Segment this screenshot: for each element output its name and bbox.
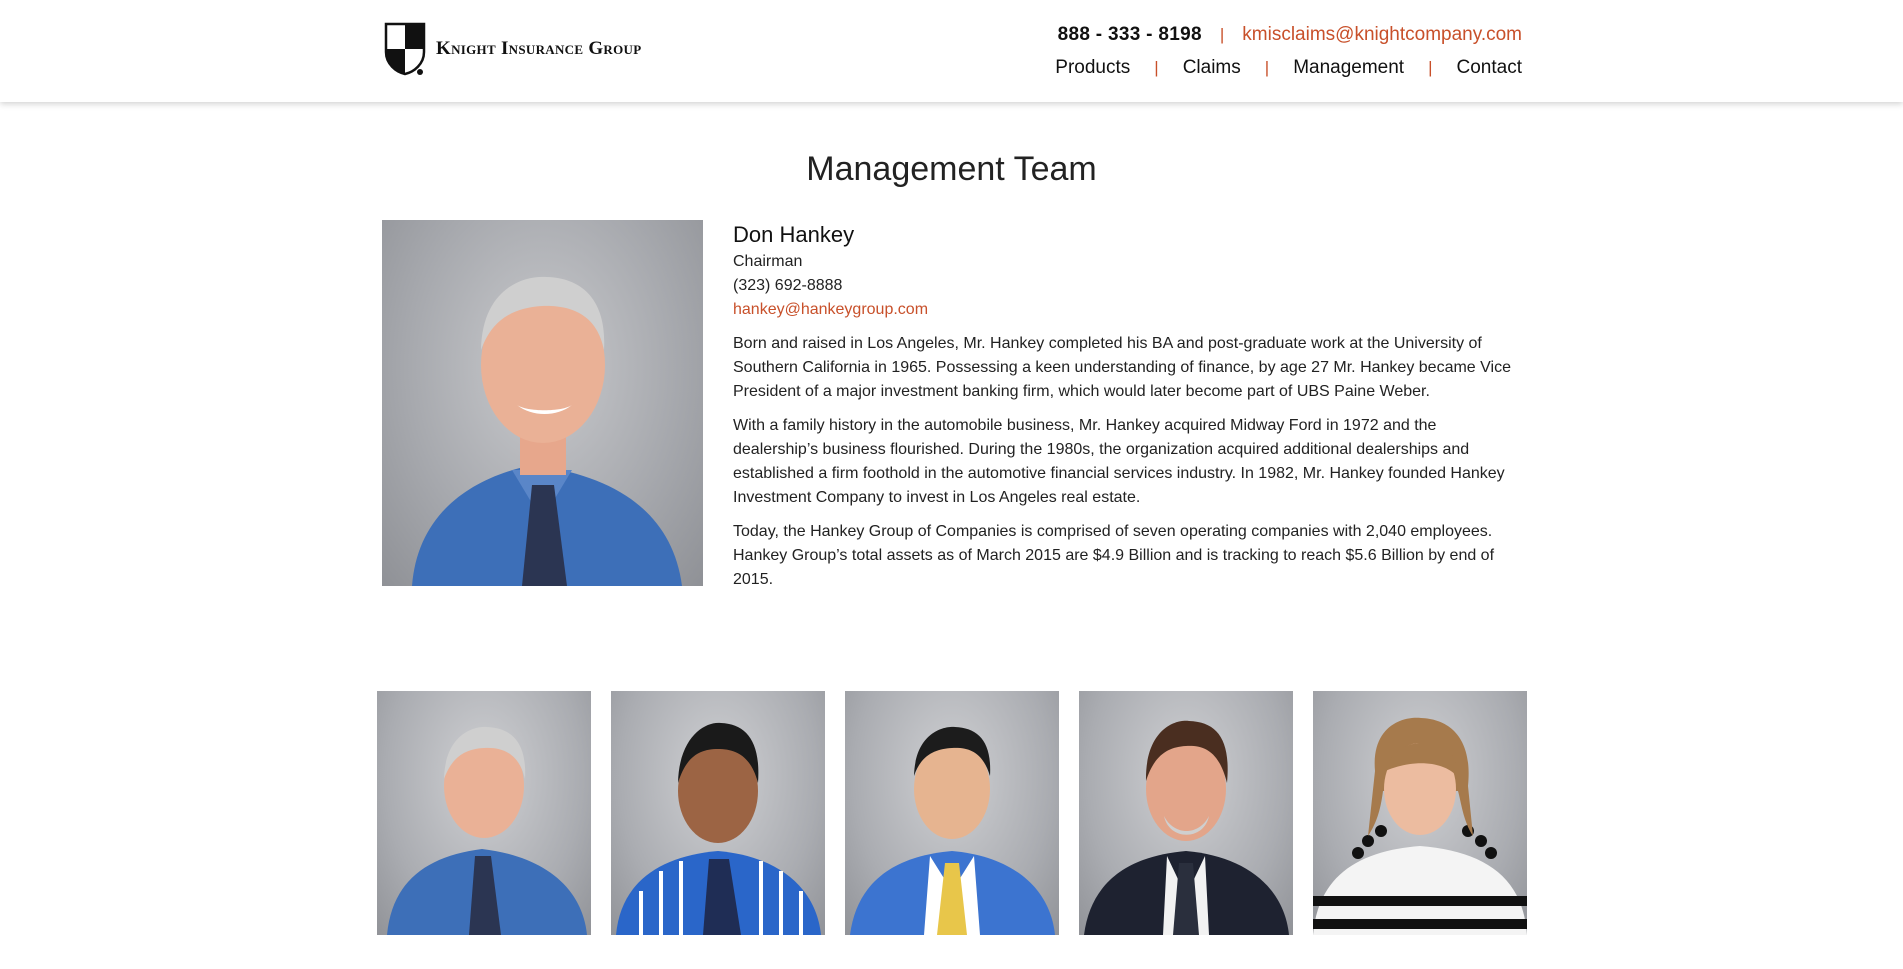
company-logo[interactable]: Knight Insurance Group [384,22,641,76]
featured-role: Chairman [733,253,803,270]
shield-logo-icon [384,22,426,76]
nav-contact[interactable]: Contact [1457,57,1522,79]
nav-divider: | [1428,58,1433,77]
nav-divider: | [1264,58,1270,77]
logo-wordmark: Knight Insurance Group [436,38,642,59]
bio-paragraph: Today, the Hankey Group of Companies is … [733,523,1495,588]
team-member-photo[interactable] [1079,691,1293,935]
team-member-photo[interactable] [1313,691,1527,935]
featured-portrait [382,220,703,586]
bio-paragraph: Born and raised in Los Angeles, Mr. Hank… [733,335,1511,400]
nav-products[interactable]: Products [1055,57,1130,79]
team-gallery [377,691,1527,935]
main-nav: Products | Claims | Management | Contact [1055,57,1522,79]
bio-paragraph: With a family history in the automobile … [733,417,1505,506]
team-member-photo[interactable] [377,691,591,935]
header-divider: | [1219,25,1225,44]
featured-name: Don Hankey [733,222,855,247]
nav-management[interactable]: Management [1293,57,1404,79]
featured-bio: Don Hankey Chairman (323) 692-8888 hanke… [733,220,1523,592]
featured-email-link[interactable]: hankey@hankeygroup.com [733,298,1523,322]
nav-divider: | [1154,58,1159,77]
header-phone: 888 - 333 - 8198 [1057,24,1202,45]
team-member-photo[interactable] [845,691,1059,935]
team-member-photo[interactable] [611,691,825,935]
header-email-link[interactable]: kmisclaims@knightcompany.com [1242,24,1522,46]
featured-phone: (323) 692-8888 [733,277,843,294]
page-title: Management Team [806,150,1097,188]
nav-claims[interactable]: Claims [1183,57,1241,79]
header-contact: 888 - 333 - 8198 | kmisclaims@knightcomp… [1058,24,1522,46]
site-header: Knight Insurance Group 888 - 333 - 8198 … [0,0,1903,102]
